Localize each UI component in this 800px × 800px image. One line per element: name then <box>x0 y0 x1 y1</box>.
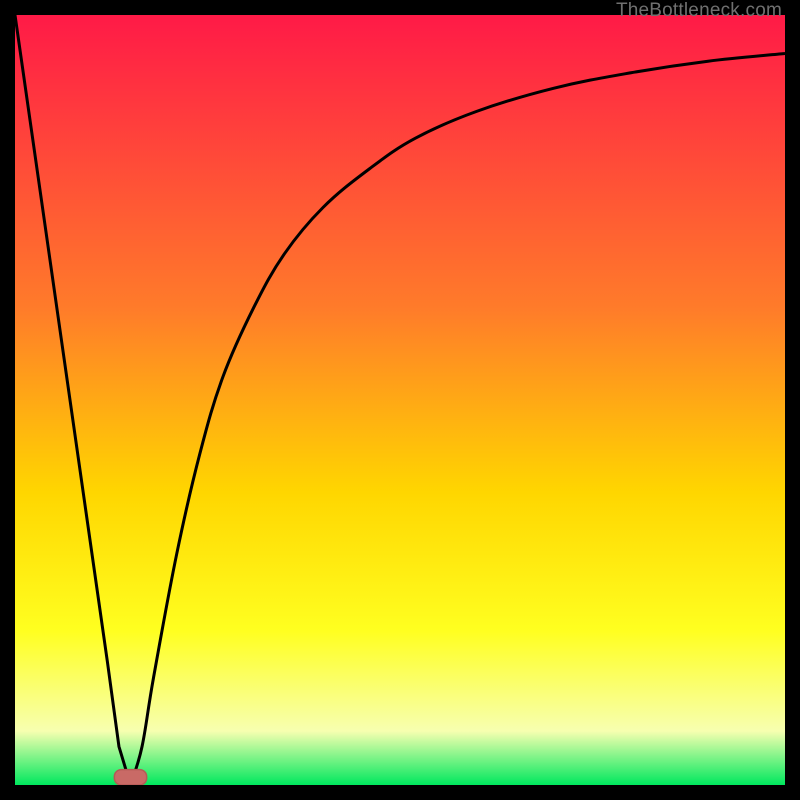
optimal-marker <box>114 770 146 785</box>
bottleneck-plot <box>15 15 785 785</box>
heat-gradient <box>15 15 785 785</box>
chart-frame <box>15 15 785 785</box>
watermark-text: TheBottleneck.com <box>616 0 782 22</box>
